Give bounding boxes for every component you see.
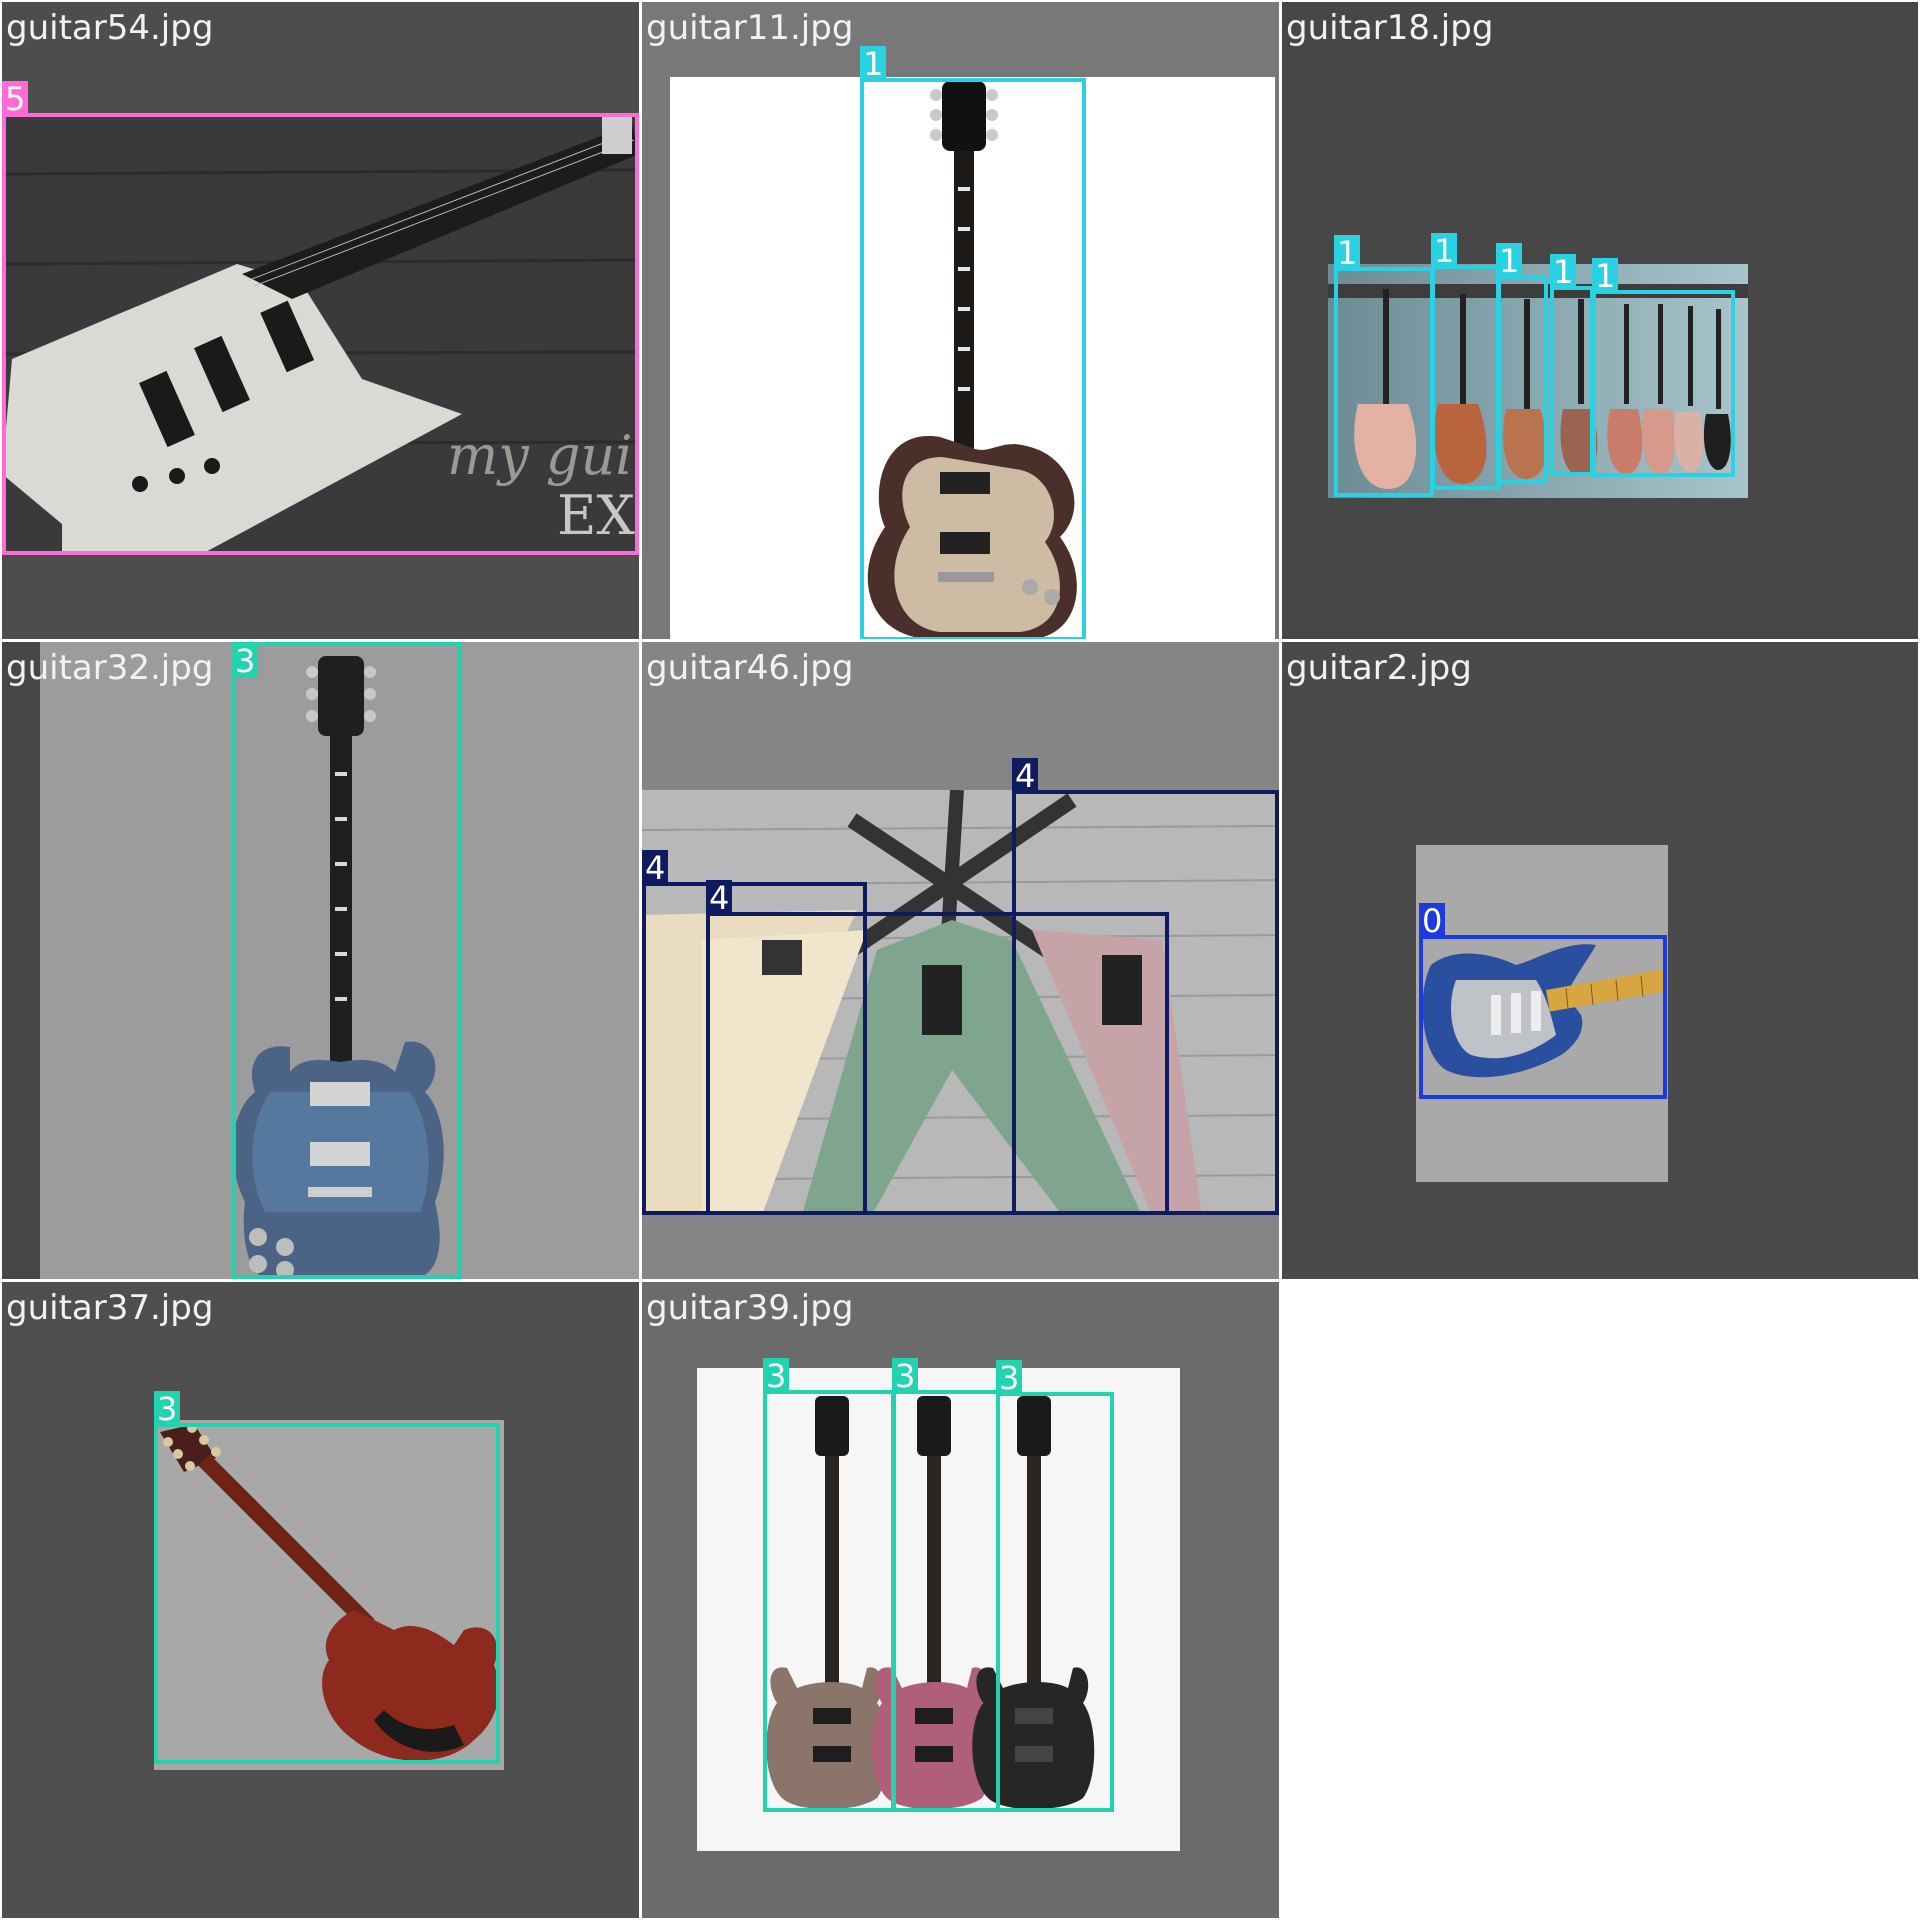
- detection-box[interactable]: 3: [996, 1360, 1114, 1812]
- class-label: 1: [1334, 235, 1361, 271]
- image-filename: guitar54.jpg: [6, 8, 214, 48]
- mosaic-grid: my guita EXP 5 guitar54.jpg: [0, 0, 1920, 1920]
- image-filename: guitar18.jpg: [1286, 8, 1494, 48]
- class-label: 0: [1419, 903, 1446, 939]
- detection-box[interactable]: 1: [1496, 243, 1548, 484]
- class-label: 4: [706, 880, 733, 916]
- class-label: 1: [1496, 243, 1523, 279]
- detection-box[interactable]: 5: [2, 81, 639, 555]
- detection-box[interactable]: 3: [892, 1358, 1000, 1812]
- detection-box[interactable]: 0: [1419, 903, 1667, 1099]
- image-tile[interactable]: my guita EXP 5 guitar54.jpg: [2, 2, 639, 639]
- class-label: 4: [642, 850, 669, 886]
- detection-box[interactable]: 1: [1592, 258, 1735, 477]
- image-tile[interactable]: 3 guitar37.jpg: [2, 1282, 639, 1918]
- image-filename: guitar32.jpg: [6, 648, 214, 688]
- image-tile[interactable]: 4 4 4 guitar46.jpg: [642, 642, 1279, 1279]
- image-tile[interactable]: 3 guitar32.jpg: [2, 642, 639, 1279]
- class-label: 3: [154, 1391, 181, 1427]
- class-label: 5: [2, 81, 29, 117]
- detection-box[interactable]: 1: [860, 46, 1086, 639]
- class-label: 1: [1592, 258, 1619, 294]
- image-tile[interactable]: 3 3 3 guitar39.jpg: [642, 1282, 1279, 1918]
- class-label: 1: [860, 46, 887, 82]
- image-tile[interactable]: 0 guitar2.jpg: [1282, 642, 1918, 1279]
- detection-box[interactable]: 1: [1334, 235, 1434, 497]
- class-label: 4: [1012, 758, 1039, 794]
- detection-box[interactable]: 3: [763, 1358, 895, 1812]
- class-label: 3: [763, 1358, 790, 1394]
- detection-box[interactable]: 4: [1012, 758, 1279, 1215]
- detection-box[interactable]: 3: [154, 1391, 500, 1764]
- class-label: 3: [996, 1360, 1023, 1396]
- image-tile[interactable]: 1 guitar11.jpg: [642, 2, 1279, 639]
- detection-box[interactable]: 1: [1431, 233, 1501, 490]
- class-label: 1: [1550, 254, 1577, 290]
- class-label: 1: [1431, 233, 1458, 269]
- image-filename: guitar46.jpg: [646, 648, 854, 688]
- image-filename: guitar2.jpg: [1286, 648, 1472, 688]
- class-label: 3: [232, 643, 259, 679]
- image-filename: guitar39.jpg: [646, 1288, 854, 1328]
- image-filename: guitar37.jpg: [6, 1288, 214, 1328]
- image-tile[interactable]: 1 1 1 1 1 guitar18.jpg: [1282, 2, 1918, 639]
- detection-box[interactable]: 1: [1550, 254, 1594, 476]
- detection-box[interactable]: 3: [232, 642, 462, 1279]
- class-label: 3: [892, 1358, 919, 1394]
- image-filename: guitar11.jpg: [646, 8, 854, 48]
